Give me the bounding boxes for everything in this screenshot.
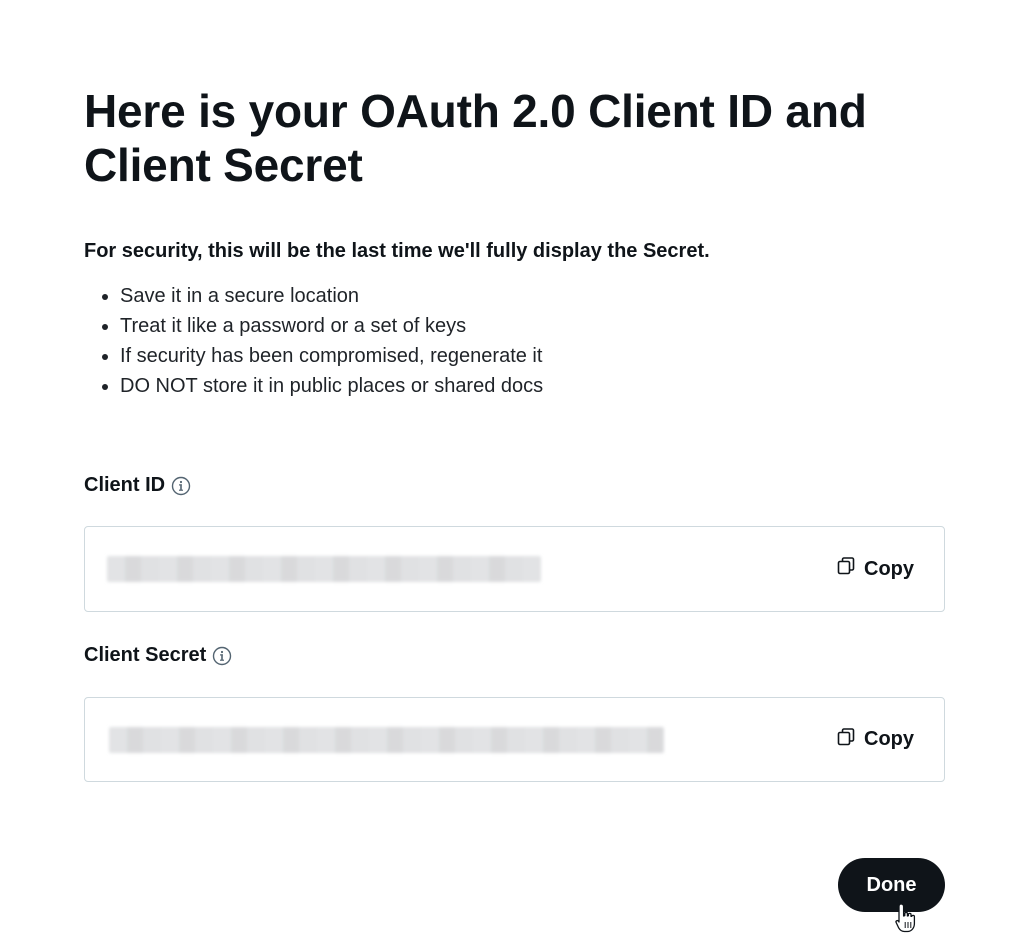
security-warning: For security, this will be the last time…: [84, 240, 710, 262]
copy-icon: [836, 556, 856, 582]
client-secret-label-text: Client Secret: [84, 644, 207, 666]
security-tips-list: Save it in a secure location Treat it li…: [120, 281, 543, 401]
copy-client-id-button[interactable]: Copy: [836, 556, 914, 582]
done-button[interactable]: Done: [838, 858, 945, 912]
client-secret-label: Client Secret: [84, 644, 232, 667]
copy-label: Copy: [864, 728, 914, 750]
info-icon[interactable]: [171, 476, 191, 496]
client-id-field: Copy: [84, 526, 945, 612]
hand-pointer-cursor-icon: [895, 903, 916, 933]
list-item: Save it in a secure location: [120, 281, 543, 311]
redacted-client-id-value: [107, 556, 541, 582]
copy-label: Copy: [864, 557, 914, 580]
copy-client-secret-button[interactable]: Copy: [836, 727, 914, 753]
list-item: DO NOT store it in public places or shar…: [120, 371, 543, 401]
info-icon[interactable]: [212, 646, 232, 666]
client-id-label-text: Client ID: [84, 474, 166, 496]
copy-icon: [836, 727, 856, 753]
redacted-client-secret-value: [109, 726, 664, 753]
list-item: If security has been compromised, regene…: [120, 341, 543, 371]
client-id-label: Client ID: [84, 474, 191, 497]
page-title: Here is your OAuth 2.0 Client ID and Cli…: [84, 85, 867, 191]
oauth-credentials-page: Here is your OAuth 2.0 Client ID and Cli…: [0, 0, 1027, 951]
client-secret-field: Copy: [84, 697, 945, 782]
list-item: Treat it like a password or a set of key…: [120, 311, 543, 341]
